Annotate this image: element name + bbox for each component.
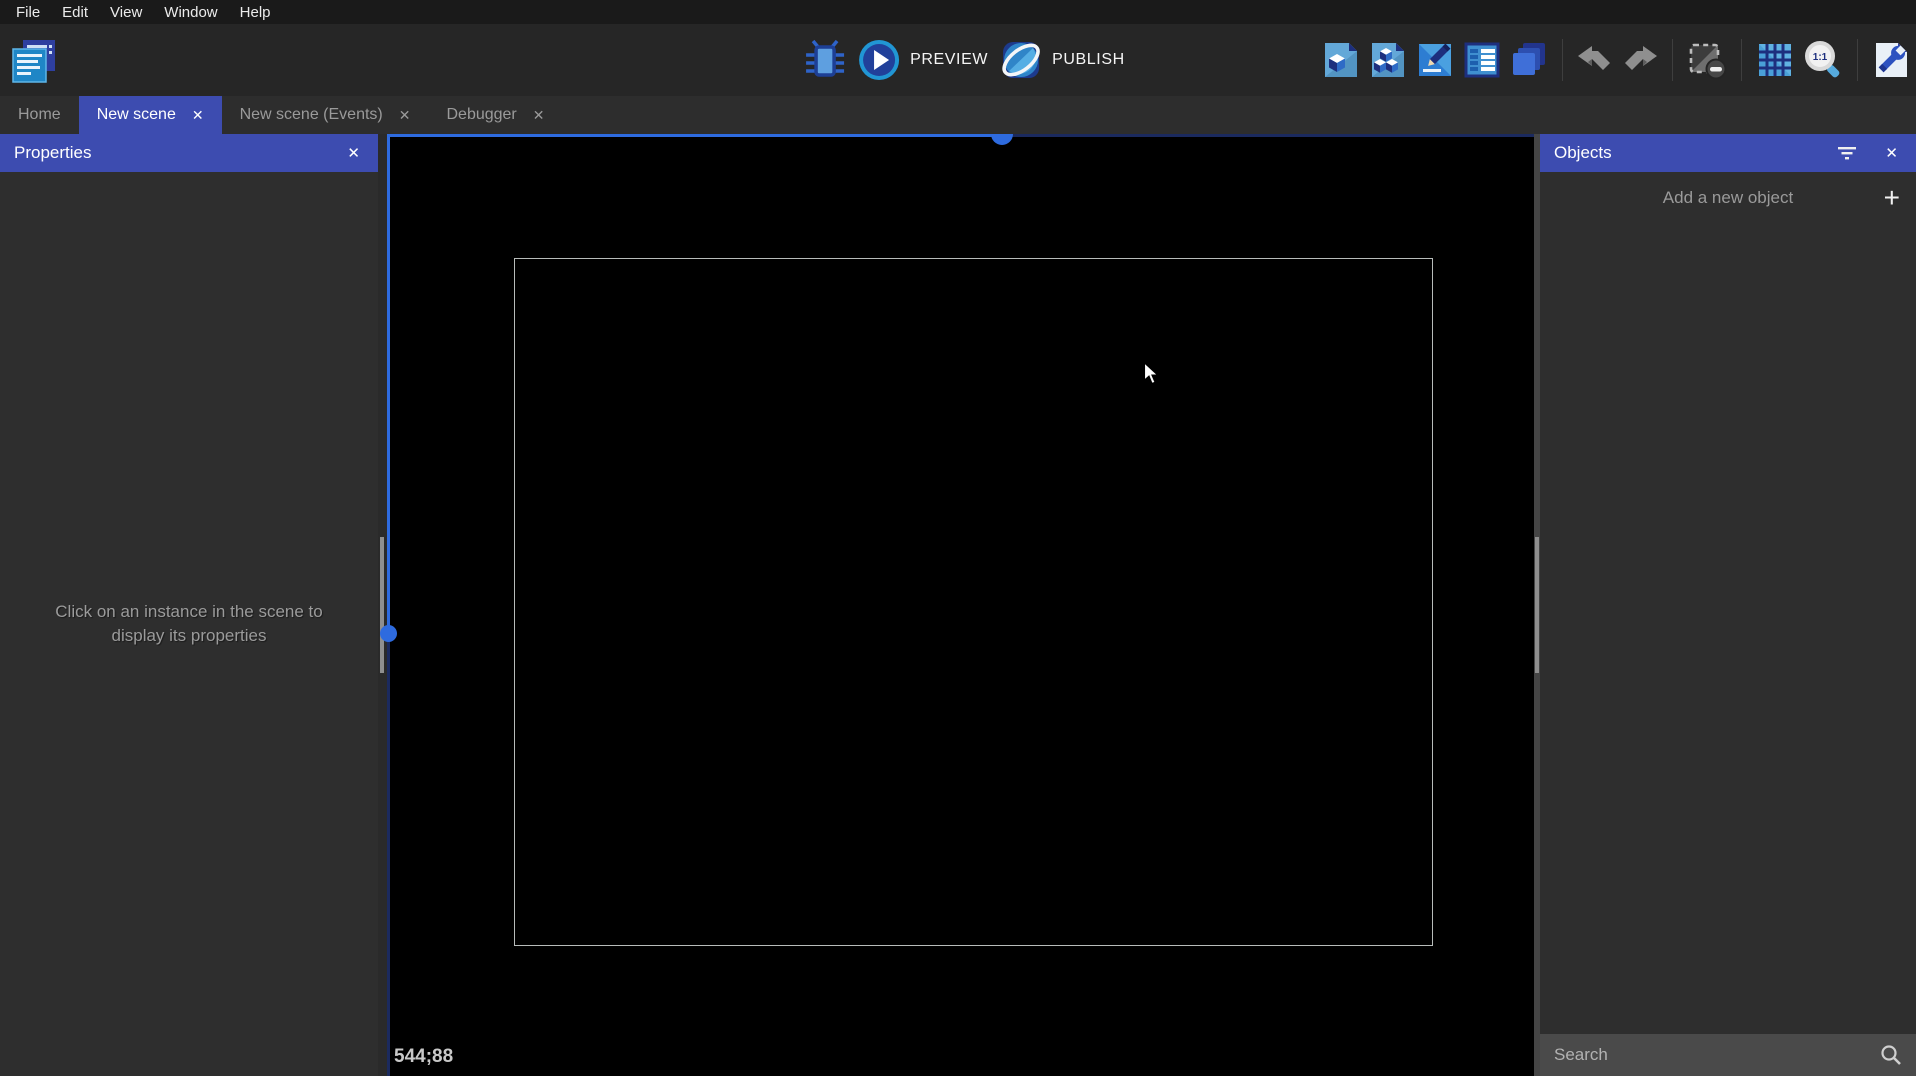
right-scrollbar-thumb[interactable] <box>1535 537 1539 673</box>
settings-wrench-icon <box>1872 39 1910 81</box>
tab-label: Home <box>18 106 61 124</box>
tab-new-scene-events[interactable]: New scene (Events) ✕ <box>222 96 429 134</box>
gdevelop-window: File Edit View Window Help <box>0 0 1916 1076</box>
editor-tab-bar: Home New scene ✕ New scene (Events) ✕ De… <box>0 96 1916 134</box>
editor-content: Properties ✕ Click on an instance in the… <box>0 134 1916 1076</box>
objects-search-bar <box>1540 1034 1916 1076</box>
properties-panel-header: Properties ✕ <box>0 134 378 172</box>
objects-panel-title: Objects <box>1554 143 1837 163</box>
layers-icon <box>1510 39 1548 81</box>
zoom-1-1-button[interactable]: 1:1 <box>1803 39 1843 81</box>
menu-bar: File Edit View Window Help <box>0 0 1916 24</box>
redo-button[interactable] <box>1622 45 1658 75</box>
preview-label: PREVIEW <box>910 51 988 69</box>
toolbar-separator <box>1562 39 1563 81</box>
add-object-row[interactable]: Add a new object + <box>1540 172 1916 224</box>
preview-play-icon <box>858 39 900 81</box>
menu-help[interactable]: Help <box>229 2 282 23</box>
plus-icon[interactable]: + <box>1884 184 1900 212</box>
toolbar-separator <box>1741 39 1742 81</box>
publish-globe-icon <box>1000 39 1042 81</box>
open-object-groups-button[interactable] <box>1369 39 1407 81</box>
debug-button[interactable] <box>804 39 846 81</box>
toggle-window-mask-button[interactable] <box>1687 39 1727 81</box>
objects-header-icons: ✕ <box>1837 142 1902 164</box>
tab-label: New scene (Events) <box>240 106 383 124</box>
left-scrollbar-thumb[interactable] <box>380 537 384 673</box>
add-object-label: Add a new object <box>1663 188 1793 208</box>
open-layers-editor-button[interactable] <box>1510 39 1548 81</box>
objects-list-empty-area <box>1540 224 1916 1034</box>
menu-file[interactable]: File <box>5 2 51 23</box>
tab-home[interactable]: Home <box>0 96 79 134</box>
main-toolbar: PREVIEW PUBLISH <box>0 24 1916 96</box>
redo-icon <box>1622 45 1658 75</box>
window-mask-icon <box>1687 39 1727 81</box>
filter-icon[interactable] <box>1837 146 1857 160</box>
mouse-cursor <box>1143 362 1159 386</box>
properties-empty-hint: Click on an instance in the scene to dis… <box>34 600 344 648</box>
tab-close-icon[interactable]: ✕ <box>192 107 204 124</box>
tab-close-icon[interactable]: ✕ <box>399 107 411 124</box>
objects-panel-header: Objects ✕ <box>1540 134 1916 172</box>
menu-edit[interactable]: Edit <box>51 2 99 23</box>
instances-list-icon <box>1463 39 1501 81</box>
scene-properties-icon <box>1416 39 1454 81</box>
canvas-right-scrollbar[interactable] <box>1534 134 1540 1076</box>
project-manager-icon <box>9 37 59 85</box>
scene-canvas[interactable]: 544;88 <box>387 134 1534 1076</box>
publish-label: PUBLISH <box>1052 51 1125 69</box>
debug-bug-icon <box>804 39 846 81</box>
svg-text:1:1: 1:1 <box>1813 52 1828 63</box>
open-instances-list-button[interactable] <box>1463 39 1501 81</box>
toolbar-separator <box>1857 39 1858 81</box>
menu-window[interactable]: Window <box>153 2 228 23</box>
properties-panel: Properties ✕ Click on an instance in the… <box>0 134 378 1076</box>
left-panel-splitter[interactable] <box>378 134 387 1076</box>
project-manager-button[interactable] <box>8 36 60 86</box>
tab-debugger[interactable]: Debugger ✕ <box>428 96 562 134</box>
cursor-coordinates: 544;88 <box>394 1046 453 1068</box>
object-groups-icon <box>1369 39 1407 81</box>
tab-label: New scene <box>97 106 176 124</box>
properties-panel-body: Click on an instance in the scene to dis… <box>0 172 378 1076</box>
open-scene-properties-button[interactable] <box>1416 39 1454 81</box>
horizontal-scrollbar-thumb[interactable] <box>991 134 1013 145</box>
objects-editor-icon <box>1322 39 1360 81</box>
open-scene-settings-button[interactable] <box>1872 39 1910 81</box>
menu-view[interactable]: View <box>99 2 153 23</box>
toolbar-right-group: 1:1 <box>1322 24 1910 96</box>
properties-panel-title: Properties <box>14 143 343 163</box>
tab-close-icon[interactable]: ✕ <box>533 107 545 124</box>
objects-panel: Objects ✕ Add a new object + <box>1540 134 1916 1076</box>
search-icon[interactable] <box>1880 1044 1902 1066</box>
tab-new-scene[interactable]: New scene ✕ <box>79 96 222 134</box>
close-icon[interactable]: ✕ <box>343 142 364 164</box>
tab-label: Debugger <box>446 106 516 124</box>
publish-button[interactable]: PUBLISH <box>1000 39 1125 81</box>
undo-icon <box>1577 45 1613 75</box>
grid-icon <box>1756 39 1794 81</box>
toolbar-separator <box>1672 39 1673 81</box>
close-icon[interactable]: ✕ <box>1881 142 1902 164</box>
canvas-vertical-scrollbar[interactable] <box>387 134 390 1076</box>
zoom-1-1-icon: 1:1 <box>1803 39 1843 81</box>
search-input[interactable] <box>1554 1045 1880 1065</box>
preview-button[interactable]: PREVIEW <box>858 39 988 81</box>
game-window-border <box>514 258 1433 946</box>
toggle-grid-button[interactable] <box>1756 39 1794 81</box>
undo-button[interactable] <box>1577 45 1613 75</box>
open-objects-editor-button[interactable] <box>1322 39 1360 81</box>
toolbar-center-group: PREVIEW PUBLISH <box>804 24 1125 96</box>
vertical-scrollbar-thumb[interactable] <box>380 625 397 642</box>
canvas-horizontal-scrollbar[interactable] <box>387 134 1534 137</box>
